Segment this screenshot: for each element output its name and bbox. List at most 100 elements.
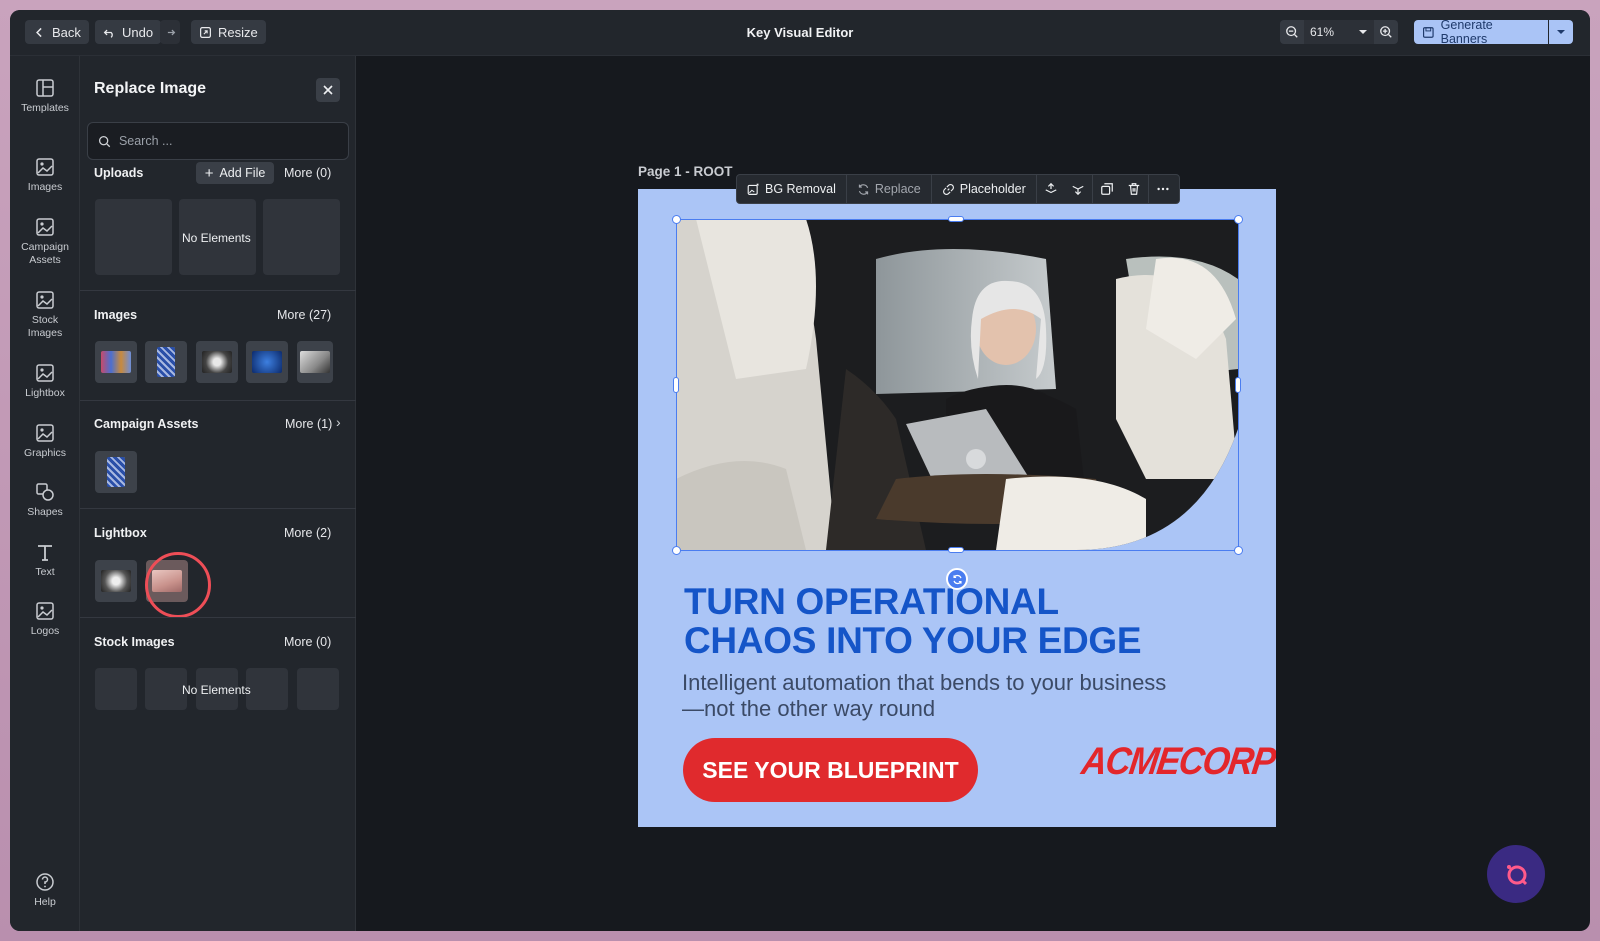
rail-item-templates[interactable]: Templates xyxy=(10,78,80,115)
help-icon xyxy=(36,873,54,891)
zoom-select[interactable]: 61% xyxy=(1304,20,1374,44)
brand-logo[interactable]: ACMECORP xyxy=(1079,740,1276,784)
search-icon xyxy=(98,135,111,147)
rotate-handle[interactable] xyxy=(946,568,968,590)
zoom-out-button[interactable] xyxy=(1280,20,1304,44)
rail-label: Templates xyxy=(21,102,69,114)
resize-handle[interactable] xyxy=(1235,377,1241,393)
zoom-value: 61% xyxy=(1310,25,1335,39)
magic-image-icon xyxy=(747,182,759,195)
send-backward-icon xyxy=(1072,185,1084,196)
bg-removal-button[interactable]: BG Removal xyxy=(737,174,847,204)
stock-images-title: Stock Images xyxy=(94,635,175,649)
close-icon xyxy=(323,85,333,95)
image-thumbnail[interactable] xyxy=(95,341,137,383)
resize-icon xyxy=(200,26,211,38)
cta-button[interactable]: SEE YOUR BLUEPRINT xyxy=(683,738,978,802)
uploads-empty-label: No Elements xyxy=(182,231,251,245)
help-button[interactable]: Help xyxy=(10,872,80,909)
delete-button[interactable] xyxy=(1121,174,1149,204)
duplicate-icon xyxy=(1100,183,1113,195)
artboard[interactable]: TURN OPERATIONAL CHAOS INTO YOUR EDGE In… xyxy=(638,189,1276,827)
more-options-button[interactable] xyxy=(1149,174,1177,204)
send-backward-button[interactable] xyxy=(1065,174,1093,204)
replace-button[interactable]: Replace xyxy=(847,174,932,204)
image-icon xyxy=(36,291,54,309)
image-icon xyxy=(36,158,54,176)
resize-handle[interactable] xyxy=(948,547,964,553)
stock-images-more-link[interactable]: More (0) xyxy=(284,635,331,649)
rail-item-graphics[interactable]: Graphics xyxy=(10,423,80,460)
placeholder-button[interactable]: Placeholder xyxy=(932,174,1037,204)
bring-forward-button[interactable] xyxy=(1037,174,1065,204)
image-thumbnail[interactable] xyxy=(145,341,187,383)
image-thumbnail[interactable] xyxy=(196,341,238,383)
image-icon xyxy=(36,364,54,382)
zoom-control: 61% xyxy=(1280,20,1398,44)
stock-slot xyxy=(145,668,187,710)
search-input[interactable] xyxy=(118,134,338,148)
rail-label: Text xyxy=(35,566,55,578)
uploads-title: Uploads xyxy=(94,166,144,180)
assistant-button[interactable] xyxy=(1487,845,1545,903)
uploads-more-link[interactable]: More (0) xyxy=(284,166,331,180)
template-icon xyxy=(36,79,54,97)
generate-banners-button[interactable]: Generate Banners xyxy=(1414,18,1548,46)
images-title: Images xyxy=(94,308,138,322)
generate-dropdown-button[interactable] xyxy=(1549,20,1573,44)
placeholder-label: Placeholder xyxy=(959,182,1026,196)
image-thumbnail[interactable] xyxy=(297,341,333,383)
rail-item-stock-images[interactable]: Stock Images xyxy=(10,290,80,340)
top-bar: Back Undo Resize Key Visual Editor 61% G… xyxy=(10,10,1590,56)
refresh-icon xyxy=(858,183,868,195)
add-file-button[interactable]: + Add File xyxy=(196,162,274,184)
stock-empty-label: No Elements xyxy=(182,683,251,697)
rail-label: Stock Images xyxy=(27,314,63,339)
images-more-link[interactable]: More (27) xyxy=(277,308,331,322)
generate-label: Generate Banners xyxy=(1440,18,1493,46)
subline[interactable]: Intelligent automation that bends to you… xyxy=(682,670,1182,722)
resize-handle[interactable] xyxy=(672,546,681,555)
lightbox-more-link[interactable]: More (2) xyxy=(284,526,331,540)
chevron-right-icon[interactable]: › xyxy=(336,414,341,430)
resize-handle[interactable] xyxy=(673,377,679,393)
resize-handle[interactable] xyxy=(1234,215,1243,224)
page-label: Page 1 - ROOT xyxy=(638,164,733,179)
redo-icon xyxy=(167,29,176,35)
headline[interactable]: TURN OPERATIONAL CHAOS INTO YOUR EDGE xyxy=(684,582,1244,660)
hero-photo[interactable] xyxy=(676,219,1238,550)
image-icon xyxy=(36,602,54,620)
rail-item-shapes[interactable]: Shapes xyxy=(10,482,80,519)
rail-item-campaign-assets[interactable]: Campaign Assets xyxy=(10,217,80,267)
resize-handle[interactable] xyxy=(948,216,964,222)
rail-label: Shapes xyxy=(27,506,63,518)
replace-image-panel: Replace Image Uploads + Add File More (0… xyxy=(80,56,356,931)
rail-item-lightbox[interactable]: Lightbox xyxy=(10,363,80,400)
add-file-label: Add File xyxy=(219,166,266,180)
campaign-asset-thumbnail[interactable] xyxy=(95,451,137,493)
duplicate-button[interactable] xyxy=(1093,174,1121,204)
zoom-in-button[interactable] xyxy=(1374,20,1398,44)
resize-handle[interactable] xyxy=(1234,546,1243,555)
undo-button[interactable]: Undo xyxy=(95,20,162,44)
bring-forward-icon xyxy=(1045,182,1057,194)
image-thumbnail[interactable] xyxy=(246,341,288,383)
upload-slot xyxy=(95,199,172,275)
rail-label: Lightbox xyxy=(25,387,65,399)
resize-handle[interactable] xyxy=(672,215,681,224)
close-panel-button[interactable] xyxy=(316,78,340,102)
undo-label: Undo xyxy=(122,24,154,40)
zoom-in-icon xyxy=(1380,26,1392,38)
resize-button[interactable]: Resize xyxy=(191,20,266,44)
click-highlight-ring xyxy=(145,552,211,618)
rail-item-text[interactable]: Text xyxy=(10,542,80,579)
rail-item-logos[interactable]: Logos xyxy=(10,601,80,638)
redo-button[interactable] xyxy=(160,20,180,44)
chevron-left-icon xyxy=(36,27,42,37)
lightbox-thumbnail[interactable] xyxy=(95,560,137,602)
rail-item-images[interactable]: Images xyxy=(10,157,80,194)
campaign-assets-more-link[interactable]: More (1) xyxy=(285,417,332,431)
back-button[interactable]: Back xyxy=(25,20,89,44)
zoom-out-icon xyxy=(1286,26,1298,38)
app-window: Back Undo Resize Key Visual Editor 61% G… xyxy=(10,10,1590,931)
